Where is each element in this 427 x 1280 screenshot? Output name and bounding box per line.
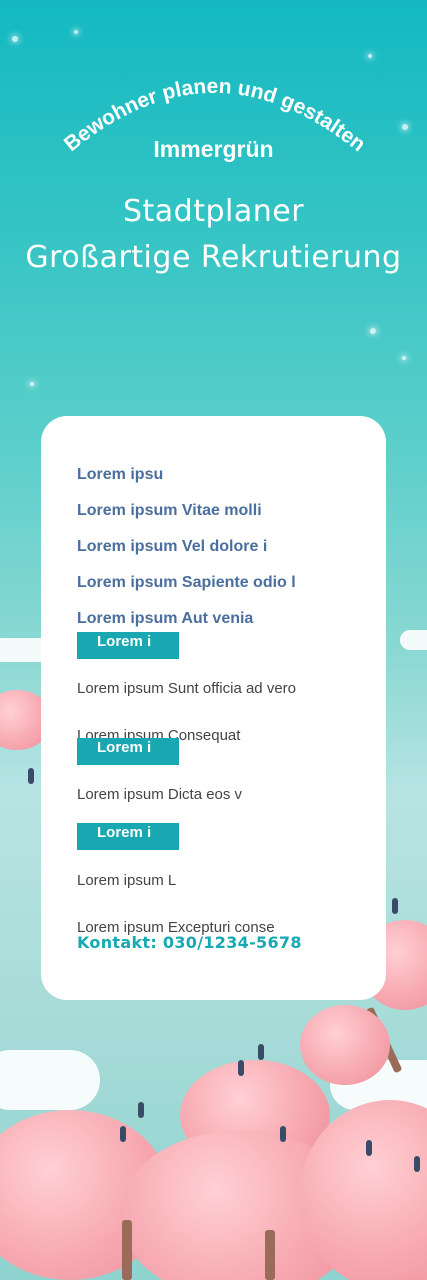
person-figure: [120, 1126, 126, 1142]
person-figure: [414, 1156, 420, 1172]
section-text: Lorem ipsum Dicta eos v: [77, 786, 243, 803]
sparkle-decoration: [402, 356, 406, 360]
tree-trunk: [122, 1220, 132, 1280]
cloud-decoration: [0, 1050, 100, 1110]
person-figure: [258, 1044, 264, 1060]
person-figure: [28, 768, 34, 784]
person-figure: [366, 1140, 372, 1156]
person-figure: [280, 1126, 286, 1142]
highlight-item: Lorem ipsum Vel dolore i: [77, 538, 268, 555]
headline-line-2: Großartige Rekrutierung: [25, 240, 402, 275]
sparkle-decoration: [370, 328, 376, 334]
cloud-decoration: [400, 630, 427, 650]
highlight-item: Lorem ipsum Vitae molli: [77, 502, 262, 519]
highlight-item: Lorem ipsum Aut venia: [77, 610, 254, 627]
pink-tree: [300, 1005, 390, 1085]
section-tag: Lorem i: [77, 738, 179, 765]
sparkle-decoration: [30, 382, 34, 386]
poster: Bewohner planen und gestalten Immergrün …: [0, 0, 427, 1280]
section-tag: Lorem i: [77, 632, 179, 659]
arc-headline: Bewohner planen und gestalten: [60, 75, 370, 156]
highlight-item: Lorem ipsu: [77, 466, 164, 483]
section-tag: Lorem i: [77, 823, 179, 850]
highlight-item: Lorem ipsum Sapiente odio l: [77, 574, 296, 591]
section-text: Lorem ipsum Sunt officia ad vero: [77, 680, 297, 697]
person-figure: [138, 1102, 144, 1118]
subtitle: Immergrün: [153, 136, 274, 162]
section-text: Lorem ipsum L: [77, 872, 177, 889]
contact-info: Kontakt: 030/1234-5678: [77, 933, 302, 952]
person-figure: [238, 1060, 244, 1076]
person-figure: [392, 898, 398, 914]
headline-line-1: Stadtplaner: [122, 194, 305, 229]
tree-trunk: [265, 1230, 275, 1280]
